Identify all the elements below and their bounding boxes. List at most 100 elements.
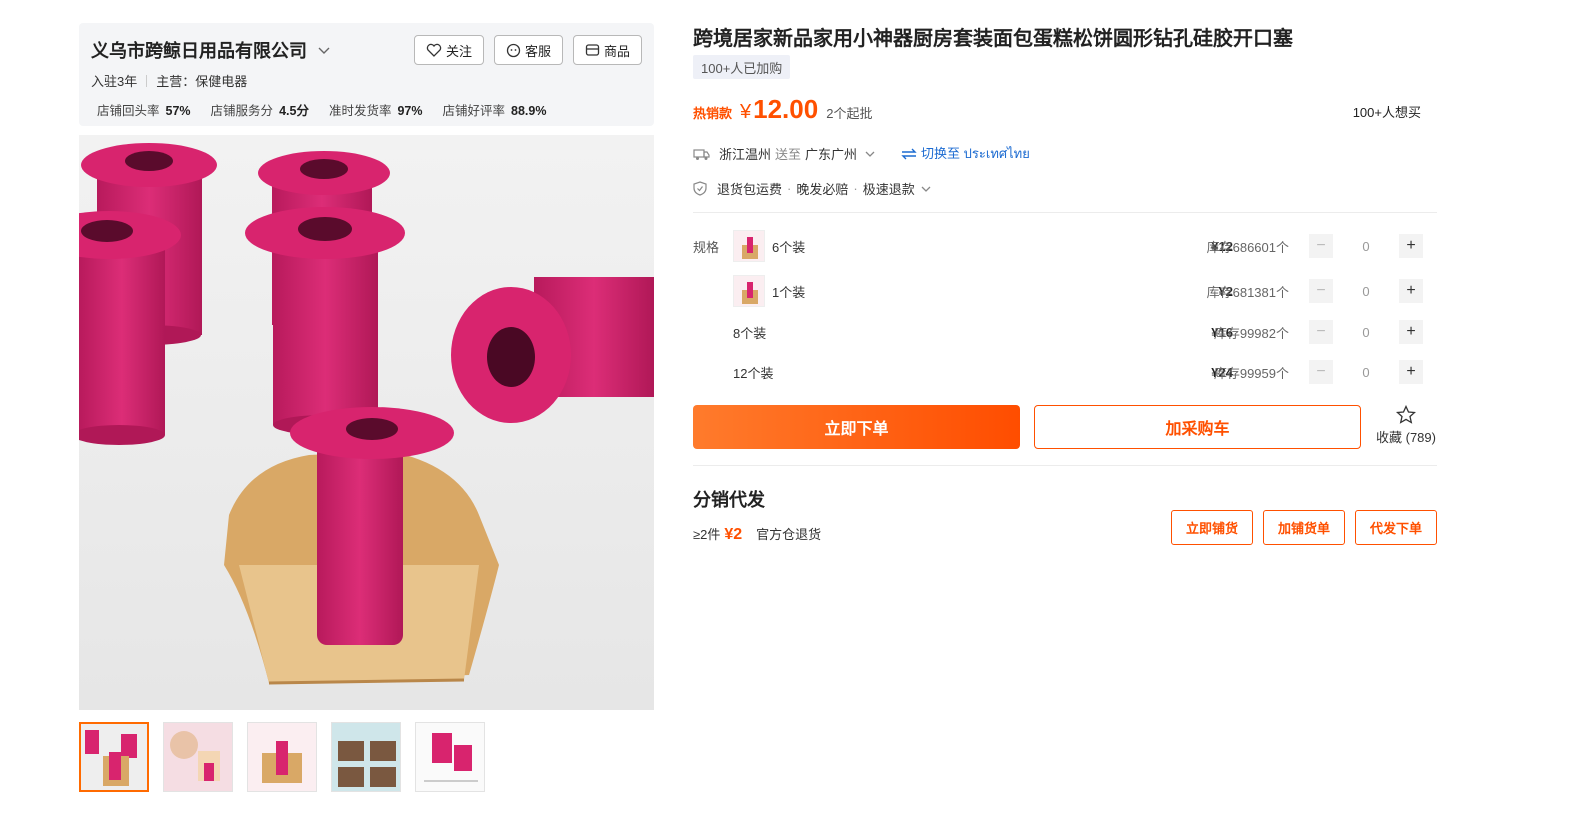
decrement-button[interactable]: − [1309, 279, 1333, 303]
shop-main-business: 主营：保健电器 [156, 74, 248, 89]
spec-thumbnail [733, 275, 765, 307]
list-now-button[interactable]: 立即铺货 [1170, 510, 1253, 545]
shop-actions: 关注 客服 商品 [413, 35, 642, 65]
chevron-down-icon[interactable] [919, 182, 933, 196]
spec-stock: 库存686601个 [1206, 239, 1289, 255]
distribution-actions: 立即铺货 加铺货单 代发下单 [1170, 510, 1437, 545]
quantity-value[interactable]: 0 [1333, 365, 1399, 380]
thumbnail-5[interactable] [415, 722, 485, 792]
increment-button[interactable]: + [1399, 360, 1423, 384]
product-illustration [79, 135, 654, 710]
ship-to-word: 送至 [775, 147, 802, 162]
cart-count-badge: 100+人已加购 [693, 55, 791, 79]
stat-positive-rate: 店铺好评率 88.9% [442, 104, 547, 118]
quantity-value[interactable]: 0 [1333, 325, 1399, 340]
divider [693, 212, 1437, 213]
decrement-button[interactable]: − [1309, 234, 1333, 258]
dropship-order-button[interactable]: 代发下单 [1354, 510, 1437, 545]
shop-goods-button[interactable]: 商品 [572, 35, 642, 65]
spec-stock: 库存99982个 [1213, 325, 1289, 341]
chevron-down-icon[interactable] [317, 43, 331, 57]
guarantee-late-compensation: 晚发必赔 [796, 182, 849, 197]
goods-label: 商品 [603, 43, 630, 59]
add-to-list-button[interactable]: 加铺货单 [1262, 510, 1345, 545]
divider [146, 74, 148, 87]
spec-row: 8个装 ¥16 库存99982个 − 0 + [733, 316, 1423, 348]
price-currency: ¥ [740, 101, 752, 123]
distribution-note: 官方仓退货 [756, 527, 822, 542]
stat-repurchase: 店铺回头率 57% [97, 104, 191, 118]
favorite-label: 收藏 (789) [1376, 430, 1436, 445]
wants-count: 100+人想买 [1352, 105, 1421, 120]
shield-icon [693, 181, 707, 196]
price-value: 12.00 [753, 94, 819, 124]
switch-region-label: 切换至 ประเทศไทย [921, 146, 1030, 161]
increment-button[interactable]: + [1399, 234, 1423, 258]
spec-row: 1个装 ¥2 库存681381个 − 0 + [733, 275, 1423, 307]
thumbnail-3[interactable] [247, 722, 317, 792]
store-icon [585, 44, 600, 56]
dot-separator: · [787, 181, 792, 196]
shop-name-row[interactable]: 义乌市跨鲸日用品有限公司 [91, 37, 331, 63]
guarantee-fast-refund: 极速退款 [862, 182, 915, 197]
main-product-image[interactable] [79, 135, 654, 710]
distribution-min-qty: ≥2件 [693, 527, 721, 542]
ship-to-location[interactable]: 广东广州 [805, 144, 857, 163]
order-now-button[interactable]: 立即下单 [693, 405, 1020, 449]
quantity-stepper: − 0 + [1309, 320, 1423, 344]
quantity-stepper: − 0 + [1309, 279, 1423, 303]
distribution-title: 分销代发 [693, 490, 765, 510]
switch-region-link[interactable]: 切换至 ประเทศไทย [901, 143, 1030, 164]
follow-label: 关注 [445, 43, 472, 59]
heart-plus-icon [426, 43, 442, 57]
shop-name[interactable]: 义乌市跨鲸日用品有限公司 [91, 37, 307, 63]
quantity-stepper: − 0 + [1309, 234, 1423, 258]
decrement-button[interactable]: − [1309, 320, 1333, 344]
chevron-down-icon[interactable] [863, 147, 877, 161]
spec-name: 1个装 [772, 284, 806, 300]
add-to-cart-button[interactable]: 加采购车 [1034, 405, 1361, 449]
favorite-button[interactable]: 收藏 (789) [1372, 405, 1440, 449]
distribution-info: ≥2件 ¥2 官方仓退货 [693, 524, 821, 544]
spec-stock: 库存99959个 [1213, 365, 1289, 381]
spec-name: 8个装 [733, 325, 767, 341]
increment-button[interactable]: + [1399, 320, 1423, 344]
increment-button[interactable]: + [1399, 279, 1423, 303]
spec-row: 6个装 ¥12 库存686601个 − 0 + [733, 230, 1423, 262]
thumbnail-strip [79, 722, 485, 792]
spec-stock: 库存681381个 [1206, 284, 1289, 300]
decrement-button[interactable]: − [1309, 360, 1333, 384]
dot-separator: · [853, 181, 858, 196]
customer-service-button[interactable]: 客服 [493, 35, 563, 65]
guarantee-row[interactable]: 退货包运费 · 晚发必赔 · 极速退款 [693, 179, 933, 198]
price-row: 热销款 ¥ 12.00 2个起批 [693, 94, 872, 125]
stat-ontime-delivery: 准时发货率 97% [328, 104, 423, 118]
spec-row: 12个装 ¥24 库存99959个 − 0 + [733, 356, 1423, 388]
thumbnail-2[interactable] [163, 722, 233, 792]
quantity-value[interactable]: 0 [1333, 284, 1399, 299]
min-order: 2个起批 [826, 106, 873, 121]
thumbnail-1[interactable] [79, 722, 149, 792]
quantity-value[interactable]: 0 [1333, 239, 1399, 254]
spec-label: 规格 [693, 240, 720, 255]
swap-icon [901, 148, 917, 159]
spec-thumbnail [733, 230, 765, 262]
spec-name: 6个装 [772, 239, 806, 255]
spec-name: 12个装 [733, 365, 774, 381]
quantity-stepper: − 0 + [1309, 360, 1423, 384]
thumbnail-4[interactable] [331, 722, 401, 792]
truck-icon [693, 148, 710, 160]
chat-icon [506, 43, 521, 57]
follow-button[interactable]: 关注 [413, 35, 484, 65]
shipping-row: 浙江温州 送至 广东广州 切换至 ประเทศไทย [693, 143, 1030, 164]
shop-card: 义乌市跨鲸日用品有限公司 关注 客服 商品 入驻3年 主营：保健电器 店铺回头率… [79, 23, 654, 126]
distribution-price: ¥2 [724, 526, 743, 543]
shop-meta: 入驻3年 主营：保健电器 [91, 71, 247, 90]
stat-service-score: 店铺服务分 4.5分 [210, 104, 309, 118]
ship-from: 浙江温州 [719, 147, 772, 162]
shop-stats: 店铺回头率 57% 店铺服务分 4.5分 准时发货率 97% 店铺好评率 88.9% [97, 100, 566, 119]
hot-tag: 热销款 [693, 106, 733, 121]
shop-years: 入驻3年 [91, 74, 138, 89]
product-title: 跨境居家新品家用小神器厨房套装面包蛋糕松饼圆形钻孔硅胶开口塞 [693, 28, 1293, 50]
guarantee-return-shipping: 退货包运费 [717, 182, 783, 197]
